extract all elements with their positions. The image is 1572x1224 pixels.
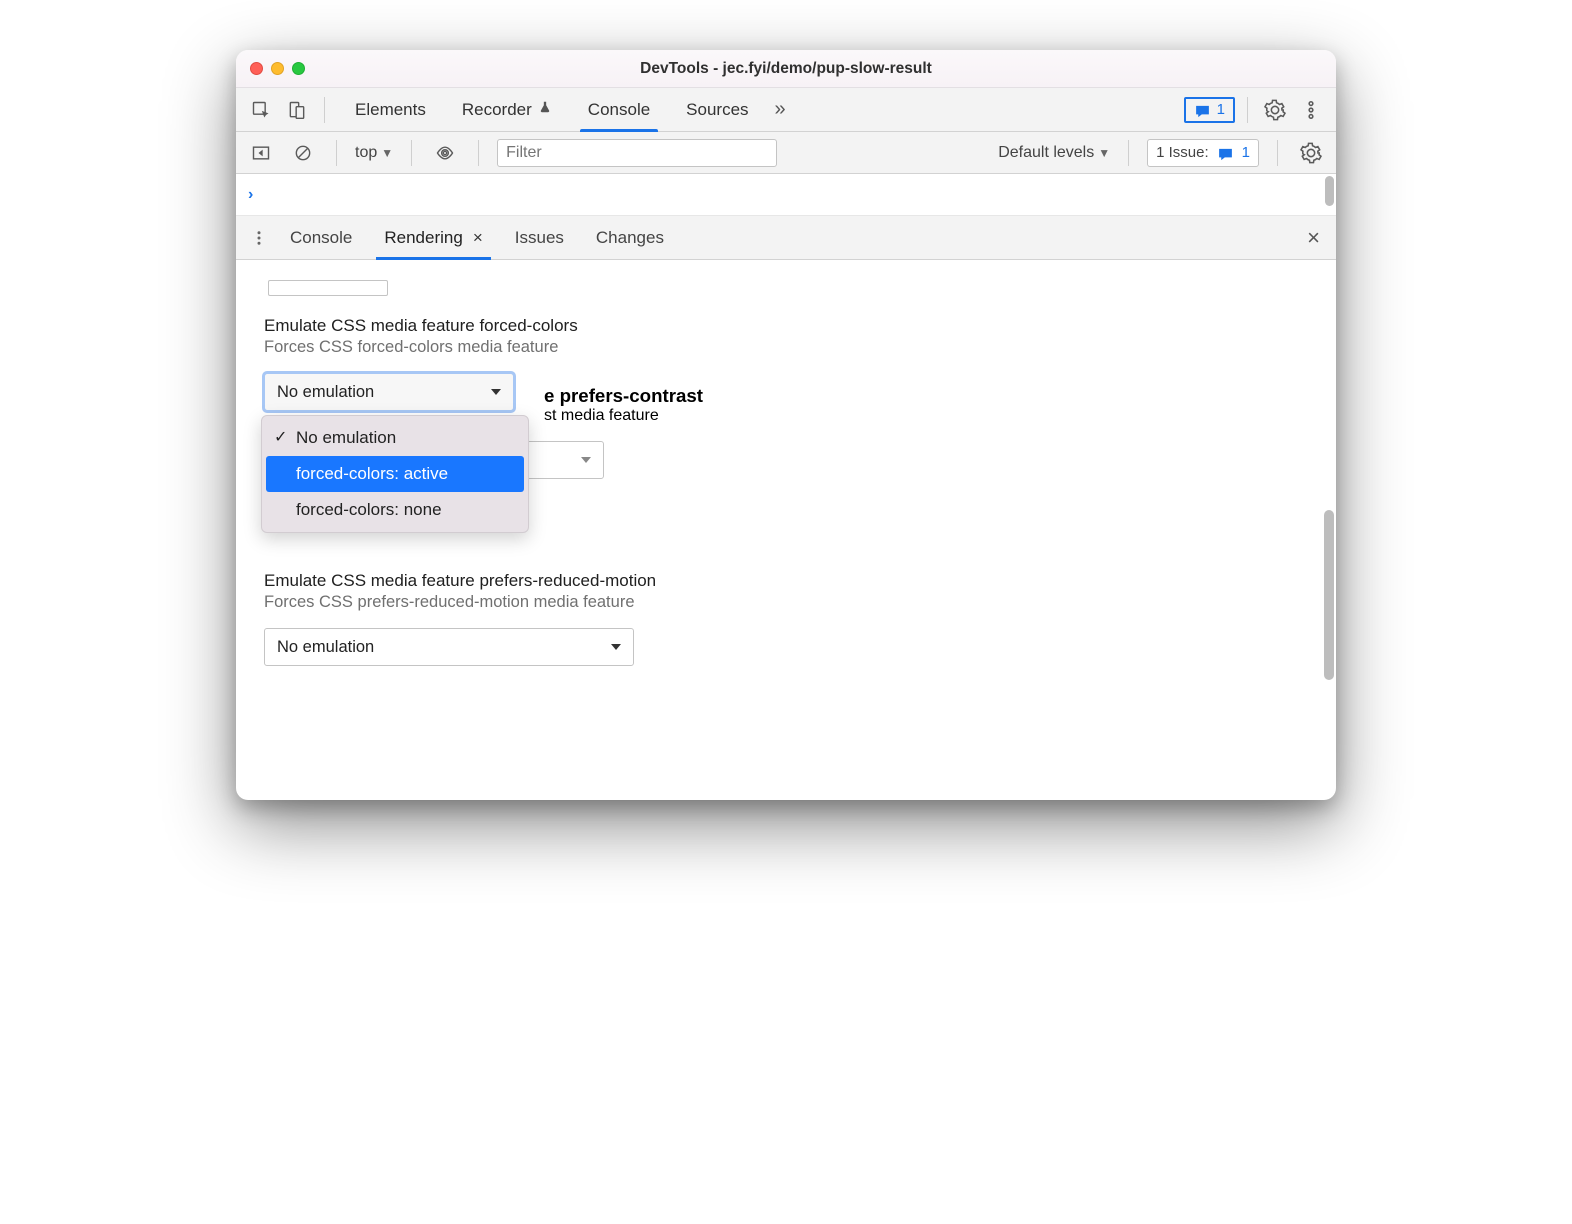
chevron-down-icon	[491, 389, 501, 395]
option-no-emulation[interactable]: No emulation	[266, 420, 524, 456]
divider	[478, 140, 479, 166]
drawer-tab-rendering-label: Rendering	[384, 228, 462, 248]
tab-recorder[interactable]: Recorder	[444, 88, 570, 131]
console-toolbar: top ▼ Default levels ▼ 1 Issue: 1	[236, 132, 1336, 174]
drawer-tabs: Console Rendering × Issues Changes ×	[236, 216, 1336, 260]
section-desc: Forces CSS prefers-reduced-motion media …	[264, 593, 1308, 612]
device-toolbar-icon[interactable]	[282, 95, 312, 125]
execution-context-selector[interactable]: top ▼	[355, 144, 393, 162]
scrollbar-thumb[interactable]	[1324, 510, 1334, 680]
divider	[324, 97, 325, 123]
console-input-line[interactable]: ›	[236, 174, 1336, 216]
forced-colors-dropdown: No emulation forced-colors: active force…	[261, 415, 529, 533]
console-sidebar-toggle-icon[interactable]	[246, 138, 276, 168]
divider	[1247, 97, 1248, 123]
tab-console-label: Console	[588, 100, 650, 120]
devtools-window: DevTools - jec.fyi/demo/pup-slow-result …	[236, 50, 1336, 800]
flask-icon	[538, 98, 552, 121]
console-body: ›	[236, 174, 1336, 216]
section-reduced-motion: Emulate CSS media feature prefers-reduce…	[264, 571, 1308, 666]
tab-elements[interactable]: Elements	[337, 88, 444, 131]
close-tab-icon[interactable]: ×	[473, 228, 483, 248]
option-forced-colors-active[interactable]: forced-colors: active	[266, 456, 524, 492]
window-title: DevTools - jec.fyi/demo/pup-slow-result	[236, 60, 1336, 78]
issues-pill-count: 1	[1242, 144, 1250, 161]
console-settings-icon[interactable]	[1296, 138, 1326, 168]
drawer-tab-console[interactable]: Console	[276, 216, 366, 259]
message-icon	[1217, 146, 1234, 160]
clear-console-icon[interactable]	[288, 138, 318, 168]
drawer-more-icon[interactable]	[246, 225, 272, 251]
console-prompt-icon: ›	[248, 186, 253, 204]
rendering-panel: e prefers-contrast st media feature No e…	[236, 260, 1336, 800]
tab-sources[interactable]: Sources	[668, 88, 766, 131]
main-toolbar: Elements Recorder Console Sources » 1	[236, 88, 1336, 132]
select-value: No emulation	[277, 383, 374, 402]
tab-console[interactable]: Console	[570, 88, 668, 131]
section-title: Emulate CSS media feature forced-colors	[264, 316, 1308, 336]
drawer-tab-changes-label: Changes	[596, 228, 664, 248]
divider	[411, 140, 412, 166]
reduced-motion-select[interactable]: No emulation	[264, 628, 634, 666]
titlebar: DevTools - jec.fyi/demo/pup-slow-result	[236, 50, 1336, 88]
select-value: No emulation	[277, 638, 374, 657]
tab-recorder-label: Recorder	[462, 100, 532, 120]
forced-colors-select[interactable]: No emulation	[264, 373, 514, 411]
more-tabs-button[interactable]: »	[767, 98, 794, 121]
chevron-down-icon	[611, 644, 621, 650]
live-expression-icon[interactable]	[430, 138, 460, 168]
section-title: Emulate CSS media feature prefers-reduce…	[264, 571, 1308, 591]
log-levels-label: Default levels	[998, 144, 1094, 162]
truncated-select-above[interactable]	[268, 280, 388, 296]
settings-icon[interactable]	[1260, 95, 1290, 125]
message-icon	[1194, 103, 1211, 117]
section-forced-colors: Emulate CSS media feature forced-colors …	[264, 316, 1308, 411]
console-filter-input[interactable]	[497, 139, 777, 167]
tab-elements-label: Elements	[355, 100, 426, 120]
main-tabs: Elements Recorder Console Sources »	[337, 88, 794, 131]
inspect-element-icon[interactable]	[246, 95, 276, 125]
context-label: top	[355, 144, 377, 162]
drawer-tab-console-label: Console	[290, 228, 352, 248]
drawer-close-icon[interactable]: ×	[1301, 225, 1326, 251]
issues-badge[interactable]: 1	[1184, 97, 1235, 123]
drawer-tab-issues-label: Issues	[515, 228, 564, 248]
drawer-tab-rendering[interactable]: Rendering ×	[370, 216, 496, 259]
log-levels-selector[interactable]: Default levels ▼	[998, 144, 1110, 162]
drawer-tab-changes[interactable]: Changes	[582, 216, 678, 259]
drawer-tab-issues[interactable]: Issues	[501, 216, 578, 259]
more-menu-icon[interactable]	[1296, 95, 1326, 125]
divider	[1128, 140, 1129, 166]
issues-pill-label: 1 Issue:	[1156, 144, 1209, 161]
divider	[1277, 140, 1278, 166]
section-desc: Forces CSS forced-colors media feature	[264, 338, 1308, 357]
scrollbar-thumb[interactable]	[1325, 176, 1334, 206]
issues-pill[interactable]: 1 Issue: 1	[1147, 139, 1259, 167]
tab-sources-label: Sources	[686, 100, 748, 120]
divider	[336, 140, 337, 166]
issues-badge-count: 1	[1217, 101, 1225, 118]
option-forced-colors-none[interactable]: forced-colors: none	[266, 492, 524, 528]
chevron-down-icon	[581, 457, 591, 463]
